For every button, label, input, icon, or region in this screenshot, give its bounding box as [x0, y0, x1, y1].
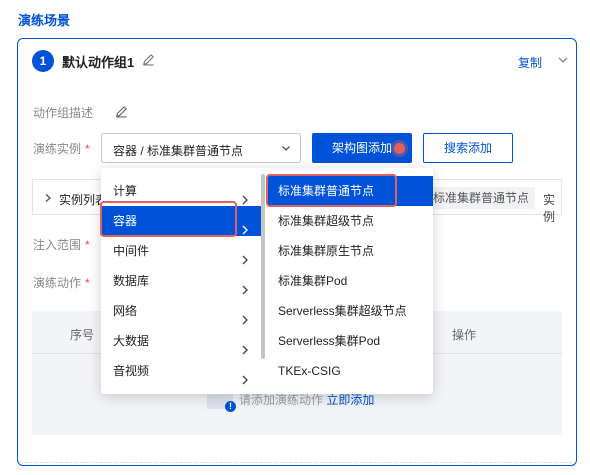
cascader-item-label: 网络: [113, 304, 138, 318]
pencil-icon[interactable]: [115, 105, 128, 121]
required-mark: *: [85, 142, 90, 156]
cascader-item-level1[interactable]: 中间件: [101, 236, 261, 266]
cascader-item-level2[interactable]: Serverless集群Pod: [268, 326, 433, 356]
architecture-add-button[interactable]: 架构图添加: [312, 133, 412, 163]
cascader-item-label: 中间件: [113, 244, 150, 258]
search-add-button[interactable]: 搜索添加: [423, 133, 513, 163]
cascader-item-label: 计算: [113, 184, 138, 198]
chevron-right-icon: [241, 216, 249, 235]
cascader-item-level1[interactable]: 大数据: [101, 326, 261, 356]
cascader-item-label: 音视频: [113, 364, 150, 378]
chevron-right-icon: [241, 306, 249, 325]
highlight-node: [266, 174, 397, 207]
chevron-right-icon: [241, 336, 249, 355]
cascader-item-level2[interactable]: Serverless集群超级节点: [268, 296, 433, 326]
highlight-container: [100, 201, 237, 237]
instance-type-select[interactable]: 容器 / 标准集群普通节点: [101, 133, 301, 163]
chevron-right-icon: [241, 366, 249, 385]
architecture-add-label: 架构图添加: [331, 141, 392, 155]
required-mark: *: [85, 276, 90, 290]
record-dot-icon: [394, 143, 405, 154]
instance-label-text: 演练实例: [33, 142, 82, 156]
bottom-divider: [20, 462, 572, 463]
chevron-right-icon: [241, 186, 249, 205]
empty-text: 请添加演练动作: [239, 393, 324, 407]
info-icon: !: [225, 401, 236, 412]
cascader-item-level2[interactable]: 标准集群超级节点: [268, 206, 433, 236]
card-header: 1 默认动作组1 复制: [18, 39, 576, 83]
cascader-item-level2[interactable]: 标准集群Pod: [268, 266, 433, 296]
pencil-icon[interactable]: [142, 53, 155, 69]
instance-label: 演练实例 *: [33, 140, 90, 157]
scrollbar[interactable]: [261, 174, 265, 359]
cascader-item-label: 大数据: [113, 334, 150, 348]
cascader-item-level2[interactable]: TKEx-CSIG: [268, 356, 433, 386]
inject-scope-text: 注入范围: [33, 238, 82, 252]
chevron-down-icon: [280, 142, 292, 154]
add-now-link[interactable]: 立即添加: [326, 393, 374, 407]
desc-label: 动作组描述: [33, 106, 94, 120]
chevron-right-icon: [241, 246, 249, 265]
group-name: 默认动作组1: [62, 55, 135, 70]
chevron-right-icon[interactable]: [43, 192, 53, 202]
chevron-down-icon[interactable]: [556, 53, 570, 67]
group-index-badge: 1: [32, 50, 54, 72]
cascader-item-level1[interactable]: 数据库: [101, 266, 261, 296]
action-label: 演练动作 *: [33, 274, 90, 291]
chevron-right-icon: [241, 276, 249, 295]
cascader-item-level1[interactable]: 网络: [101, 296, 261, 326]
cascader-item-label: 数据库: [113, 274, 150, 288]
cascader-level2: 标准集群普通节点 标准集群超级节点 标准集群原生节点 标准集群Pod Serverles…: [268, 176, 433, 386]
inject-scope-label: 注入范围 *: [33, 236, 90, 253]
action-label-text: 演练动作: [33, 276, 82, 290]
cascader-item-level2[interactable]: 标准集群原生节点: [268, 236, 433, 266]
page-title: 演练场景: [18, 13, 71, 28]
column-header-ops: 操作: [452, 328, 477, 342]
select-value: 容器 / 标准集群普通节点: [113, 144, 244, 158]
required-mark: *: [85, 238, 90, 252]
cascader-item-level1[interactable]: 音视频: [101, 356, 261, 386]
instance-tail-text: 实例: [543, 193, 556, 224]
column-header-index: 序号: [70, 328, 95, 342]
instance-tag: 标准集群普通节点: [427, 187, 536, 209]
copy-button[interactable]: 复制: [518, 54, 542, 71]
